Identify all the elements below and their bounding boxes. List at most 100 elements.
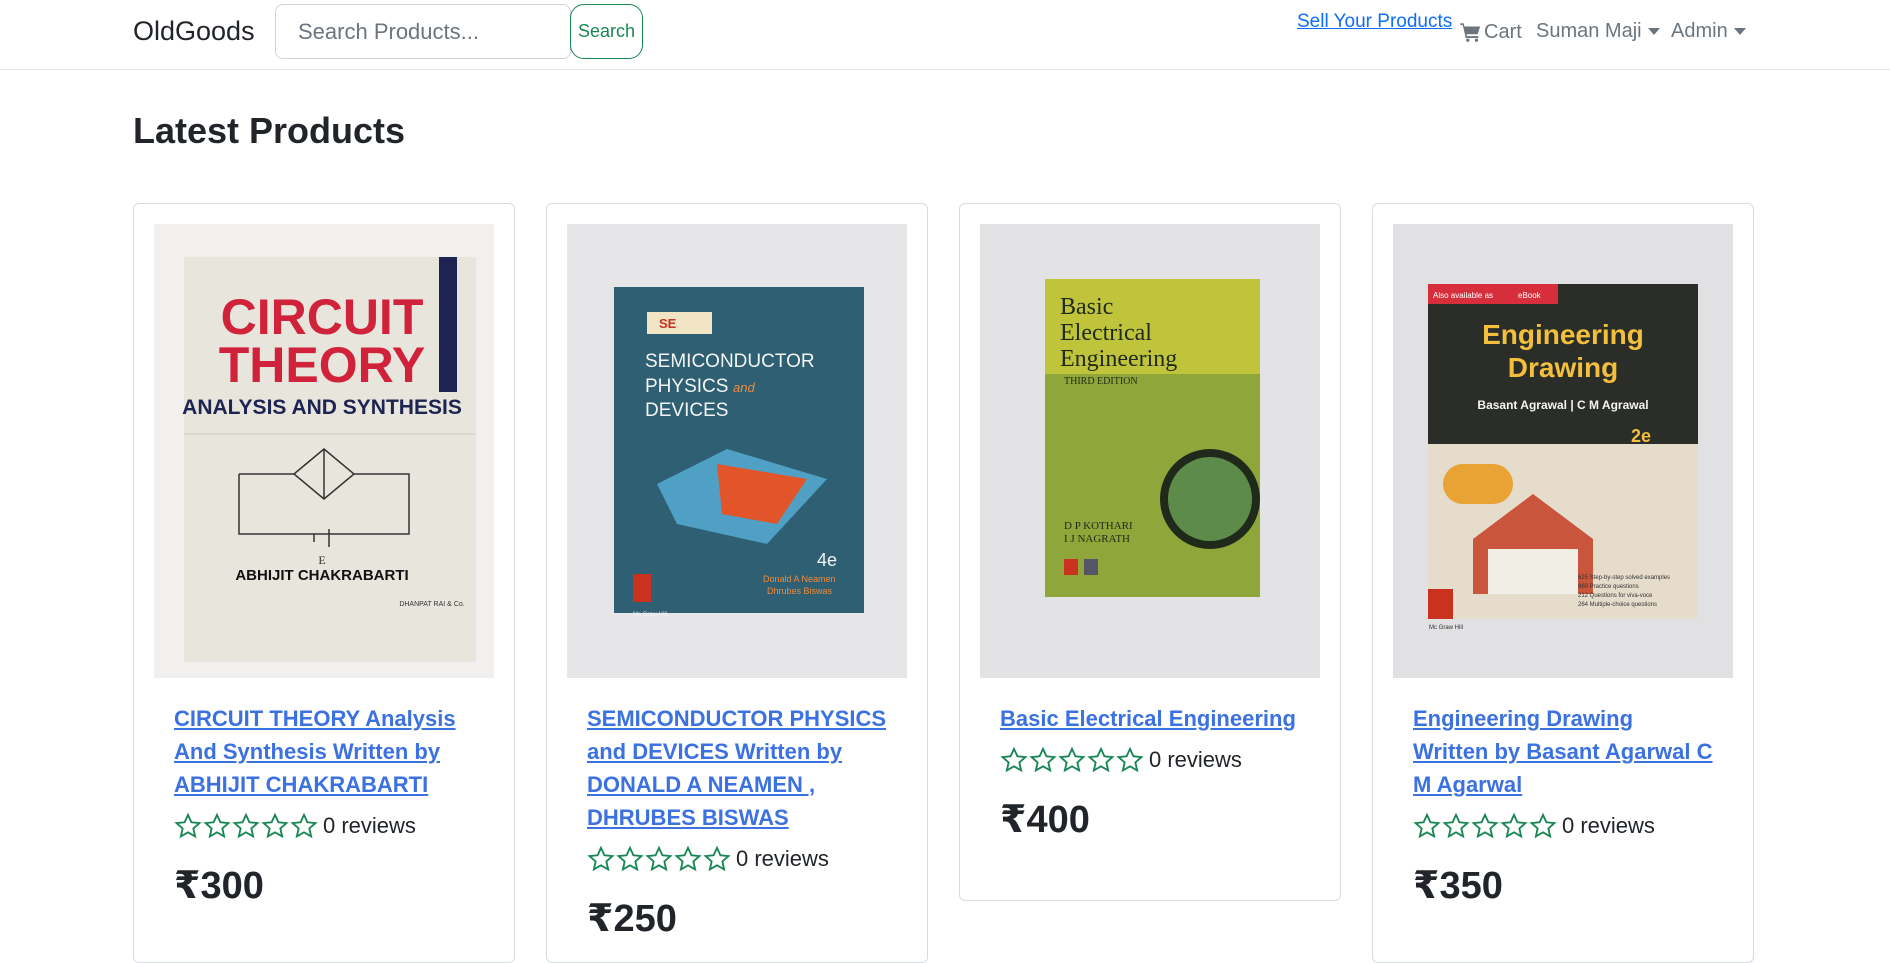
admin-menu-label: Admin <box>1671 20 1728 42</box>
star-outline-icon <box>174 812 202 839</box>
cover-author: D P KOTHARI <box>1064 520 1133 532</box>
cover-edition: 2e <box>1631 426 1651 446</box>
product-title-link[interactable]: SEMICONDUCTOR PHYSICS and DEVICES Writte… <box>587 702 887 834</box>
cover-title-line: SEMICONDUCTOR <box>645 351 815 372</box>
card-body: Basic Electrical Engineering 0 reviews ₹… <box>980 678 1320 842</box>
star-outline-icon <box>232 812 260 839</box>
star-outline-icon <box>1471 812 1499 839</box>
search-input[interactable] <box>275 4 571 59</box>
cover-author: I J NAGRATH <box>1064 533 1130 545</box>
book-cover-circuit-theory: CIRCUIT THEORY ANALYSIS AND SYNTHESIS E … <box>154 224 494 678</box>
product-cover-image: CIRCUIT THEORY ANALYSIS AND SYNTHESIS E … <box>154 224 494 678</box>
star-outline-icon <box>261 812 289 839</box>
cart-label: Cart <box>1484 20 1522 43</box>
cover-title-line: Drawing <box>1508 352 1618 383</box>
product-title-link[interactable]: CIRCUIT THEORY Analysis And Synthesis Wr… <box>174 702 474 801</box>
cover-ebook-label: eBook <box>1518 291 1542 300</box>
star-outline-icon <box>1087 746 1115 773</box>
book-cover-engineering-drawing: Also available as eBook Engineering Draw… <box>1393 224 1733 678</box>
cover-title-line: DEVICES <box>645 400 728 421</box>
review-count: 0 reviews <box>736 846 829 871</box>
product-grid: CIRCUIT THEORY ANALYSIS AND SYNTHESIS E … <box>133 203 1754 963</box>
product-card: Also available as eBook Engineering Draw… <box>1372 203 1754 963</box>
cover-author: Dhrubes Biswas <box>767 586 833 596</box>
star-outline-icon <box>1529 812 1557 839</box>
cover-bullet: 212 Questions for viva-voce <box>1578 593 1653 599</box>
cover-title-line: PHYSICS <box>645 376 728 397</box>
product-image-link[interactable]: SE SEMICONDUCTOR PHYSICS and DEVICES 4e … <box>567 224 907 678</box>
product-image-link[interactable]: Basic Electrical Engineering THIRD EDITI… <box>980 224 1320 678</box>
card-body: SEMICONDUCTOR PHYSICS and DEVICES Writte… <box>567 678 907 941</box>
user-menu-dropdown[interactable]: Suman Maji <box>1536 20 1660 43</box>
review-count: 0 reviews <box>1149 747 1242 772</box>
product-card: CIRCUIT THEORY ANALYSIS AND SYNTHESIS E … <box>133 203 515 963</box>
product-rating: 0 reviews <box>1413 811 1713 841</box>
book-cover-basic-electrical: Basic Electrical Engineering THIRD EDITI… <box>980 224 1320 678</box>
star-outline-icon <box>1058 746 1086 773</box>
cover-publisher-logo: Mc Graw Hill <box>633 612 667 618</box>
product-rating: 0 reviews <box>174 811 474 841</box>
product-image-link[interactable]: CIRCUIT THEORY ANALYSIS AND SYNTHESIS E … <box>154 224 494 678</box>
cover-author: Donald A Neamen <box>763 574 836 584</box>
chevron-down-icon <box>1647 28 1660 35</box>
page-title: Latest Products <box>133 110 406 151</box>
cover-title-line: Engineering <box>1060 346 1177 372</box>
cart-icon <box>1460 23 1481 42</box>
product-price: ₹250 <box>587 898 677 940</box>
product-cover-image: Basic Electrical Engineering THIRD EDITI… <box>980 224 1320 678</box>
product-title-link[interactable]: Engineering Drawing Written by Basant Ag… <box>1413 702 1713 801</box>
star-outline-icon <box>587 845 615 872</box>
sell-products-link[interactable]: Sell Your Products <box>1297 11 1452 33</box>
product-rating: 0 reviews <box>587 844 887 874</box>
user-menu-label: Suman Maji <box>1536 20 1642 42</box>
product-card: Basic Electrical Engineering THIRD EDITI… <box>959 203 1341 901</box>
navbar: OldGoods Search Sell Your Products Cart … <box>0 0 1890 70</box>
card-body: Engineering Drawing Written by Basant Ag… <box>1393 678 1733 908</box>
cover-subtitle: ANALYSIS AND SYNTHESIS <box>182 396 462 419</box>
cover-top-label: Also available as <box>1433 291 1493 300</box>
star-outline-icon <box>203 812 231 839</box>
star-outline-icon <box>1413 812 1441 839</box>
cover-edition: 4e <box>817 550 837 570</box>
product-card: SE SEMICONDUCTOR PHYSICS and DEVICES 4e … <box>546 203 928 963</box>
product-cover-image: Also available as eBook Engineering Draw… <box>1393 224 1733 678</box>
star-outline-icon <box>1029 746 1057 773</box>
cover-bullet: 860 Practice questions <box>1578 584 1639 590</box>
review-count: 0 reviews <box>1562 813 1655 838</box>
cover-title-line: Electrical <box>1060 320 1152 346</box>
card-body: CIRCUIT THEORY Analysis And Synthesis Wr… <box>154 678 494 908</box>
cover-author: ABHIJIT CHAKRABARTI <box>235 567 408 584</box>
product-price: ₹350 <box>1413 865 1503 907</box>
product-cover-image: SE SEMICONDUCTOR PHYSICS and DEVICES 4e … <box>567 224 907 678</box>
product-rating: 0 reviews <box>1000 745 1300 775</box>
star-outline-icon <box>674 845 702 872</box>
cover-publisher: DHANPAT RAI & Co. <box>399 601 464 608</box>
cover-and: and <box>733 380 755 395</box>
star-outline-icon <box>1442 812 1470 839</box>
brand-logo[interactable]: OldGoods <box>133 16 255 47</box>
cover-title-line: THEORY <box>219 337 426 393</box>
product-image-link[interactable]: Also available as eBook Engineering Draw… <box>1393 224 1733 678</box>
cover-title-line: Engineering <box>1482 319 1644 350</box>
cover-bullet: 264 Multiple-choice questions <box>1578 602 1657 608</box>
star-outline-icon <box>1500 812 1528 839</box>
search-button[interactable]: Search <box>570 4 643 59</box>
star-outline-icon <box>290 812 318 839</box>
star-outline-icon <box>703 845 731 872</box>
cover-badge: SE <box>659 316 677 331</box>
star-outline-icon <box>645 845 673 872</box>
book-cover-semiconductor: SE SEMICONDUCTOR PHYSICS and DEVICES 4e … <box>567 224 907 678</box>
review-count: 0 reviews <box>323 813 416 838</box>
cover-title-line: Basic <box>1060 294 1113 320</box>
cover-bullet: 625 Step-by-step solved examples <box>1578 575 1670 581</box>
star-outline-icon <box>616 845 644 872</box>
cover-label-e: E <box>318 553 325 567</box>
star-outline-icon <box>1116 746 1144 773</box>
product-title-link[interactable]: Basic Electrical Engineering <box>1000 702 1300 735</box>
admin-menu-dropdown[interactable]: Admin <box>1671 20 1746 43</box>
cart-link[interactable]: Cart <box>1460 20 1522 44</box>
product-price: ₹300 <box>174 865 264 907</box>
cover-author: Basant Agrawal | C M Agrawal <box>1477 398 1648 412</box>
product-price: ₹400 <box>1000 799 1090 841</box>
cover-edition: THIRD EDITION <box>1064 376 1138 387</box>
